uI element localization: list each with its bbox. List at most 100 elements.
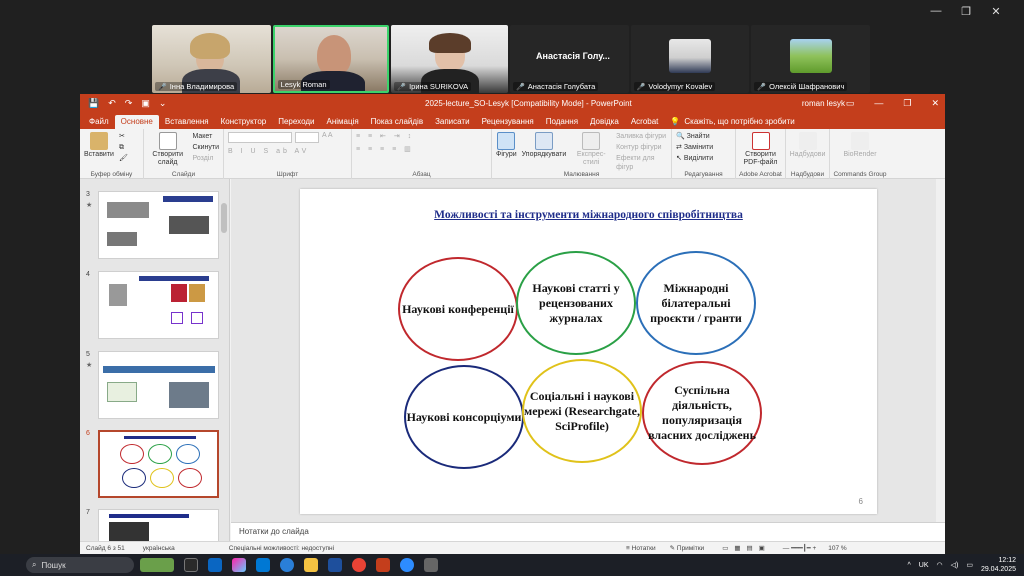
restore-icon[interactable]: ❐ xyxy=(960,5,972,18)
chevron-up-icon[interactable]: ^ xyxy=(907,562,910,569)
language-indicator[interactable]: українська xyxy=(143,545,175,552)
copilot-icon[interactable] xyxy=(232,558,246,572)
chrome-icon[interactable] xyxy=(352,558,366,572)
tell-me-box[interactable]: 💡 Скажіть, що потрібно зробити xyxy=(670,117,794,129)
tab-home[interactable]: Основне xyxy=(114,115,159,129)
tab-insert[interactable]: Вставлення xyxy=(159,115,215,129)
slide-title[interactable]: Можливості та інструменти міжнародного с… xyxy=(300,209,877,221)
view-buttons[interactable]: ▭▦▤▣ xyxy=(722,544,771,552)
outlook-icon[interactable] xyxy=(208,558,222,572)
tab-transitions[interactable]: Переходи xyxy=(272,115,320,129)
volume-icon[interactable]: ◁) xyxy=(951,561,959,569)
battery-icon[interactable]: ▭ xyxy=(966,561,973,569)
layout-button[interactable]: Макет xyxy=(192,132,219,141)
close-icon[interactable]: ✕ xyxy=(990,5,1002,18)
save-icon[interactable]: 💾 xyxy=(88,98,99,109)
arrange-button[interactable]: Упорядкувати xyxy=(522,132,566,159)
accessibility-status[interactable]: Спеціальні можливості: недоступні xyxy=(229,545,334,552)
clipboard-icon xyxy=(89,132,108,150)
find-button[interactable]: 🔍 Знайти xyxy=(676,132,713,141)
participant-tile[interactable]: Анастасія Голу... 🎤 Анастасія Голубата xyxy=(510,25,629,93)
select-button[interactable]: ↖ Виділити xyxy=(676,154,713,163)
format-painter-icon[interactable]: 🖌 xyxy=(119,154,128,163)
tab-file[interactable]: Файл xyxy=(83,115,115,129)
edge-icon[interactable] xyxy=(280,558,294,572)
ribbon-display-icon[interactable]: ▭ xyxy=(846,98,855,109)
shapes-button[interactable]: Фігури xyxy=(496,132,517,159)
participant-tile[interactable]: 🎤 Олексій Шафранович xyxy=(751,25,871,93)
participant-tile[interactable]: 🎤 Ірина SURIKOVA xyxy=(391,25,509,93)
tab-record[interactable]: Записати xyxy=(429,115,476,129)
notes-button[interactable]: ≡ Нотатки xyxy=(626,545,656,552)
customize-icon[interactable]: ⌄ xyxy=(159,98,167,109)
slide-canvas[interactable]: Можливості та інструменти міжнародного с… xyxy=(300,189,877,514)
tab-slideshow[interactable]: Показ слайдів xyxy=(365,115,429,129)
circle-journal-articles[interactable]: Наукові статті у рецензованих журналах xyxy=(516,251,636,355)
tab-animations[interactable]: Анімація xyxy=(320,115,364,129)
zoom-icon[interactable] xyxy=(400,558,414,572)
addins-button[interactable]: Надбудови xyxy=(790,132,825,159)
wifi-icon[interactable]: ◠ xyxy=(937,561,943,569)
close-icon[interactable]: ✕ xyxy=(931,98,939,109)
slide-scrollbar[interactable] xyxy=(936,179,945,522)
cut-icon[interactable]: ✂ xyxy=(119,132,128,141)
widget-icon[interactable] xyxy=(140,558,174,572)
circle-conferences[interactable]: Наукові конференції xyxy=(398,257,518,361)
section-button[interactable]: Розділ xyxy=(192,154,219,163)
group-addins: Надбудови Надбудови xyxy=(786,129,830,179)
circle-public-activity[interactable]: Суспільна діяльність, популяризація влас… xyxy=(642,361,762,465)
participant-tile-active[interactable]: Lesyk Roman xyxy=(272,25,390,93)
maximize-icon[interactable]: ❐ xyxy=(903,98,911,109)
notes-pane[interactable]: Нотатки до слайда xyxy=(231,522,945,541)
powerpoint-icon[interactable] xyxy=(376,558,390,572)
shape-fill-button[interactable]: Заливка фігури xyxy=(616,132,667,141)
tab-design[interactable]: Конструктор xyxy=(215,115,273,129)
create-pdf-button[interactable]: Створити PDF-файл xyxy=(740,132,781,167)
tab-acrobat[interactable]: Acrobat xyxy=(625,115,665,129)
slide-edit-area: Можливості та інструменти міжнародного с… xyxy=(231,179,945,522)
replace-button[interactable]: ⇄ Замінити xyxy=(676,143,713,152)
font-name-box[interactable] xyxy=(228,132,292,143)
addins-icon xyxy=(798,132,817,150)
shape-outline-button[interactable]: Контур фігури xyxy=(616,143,667,152)
keyboard-language[interactable]: UK xyxy=(919,562,929,569)
copy-icon[interactable]: ⧉ xyxy=(119,143,128,152)
redo-icon[interactable]: ↷ xyxy=(125,98,133,109)
circle-bilateral-projects[interactable]: Міжнародні білатеральні проєкти / гранти xyxy=(636,251,756,355)
paste-button[interactable]: Вставити xyxy=(84,132,114,159)
app-icon[interactable] xyxy=(424,558,438,572)
group-slides: Створити слайд Макет Скинути Розділ Слай… xyxy=(144,129,224,179)
zoom-slider[interactable]: — ━━━┃━ + xyxy=(783,544,816,552)
taskbar-search[interactable]: ⌕ Пошук xyxy=(26,557,134,573)
font-size-box[interactable] xyxy=(295,132,319,143)
thumbnail-image xyxy=(98,191,219,259)
zoom-level[interactable]: 107 % xyxy=(828,545,846,552)
tab-review[interactable]: Рецензування xyxy=(476,115,540,129)
circle-consortia[interactable]: Наукові консорціуми xyxy=(404,365,524,469)
word-icon[interactable] xyxy=(328,558,342,572)
comments-button[interactable]: ✎ Примітки xyxy=(670,544,705,552)
clock[interactable]: 12:12 29.04.2025 xyxy=(981,556,1016,574)
reset-button[interactable]: Скинути xyxy=(192,143,219,152)
circle-social-networks[interactable]: Соціальні і наукові мережі (Researchgate… xyxy=(522,359,642,463)
store-icon[interactable] xyxy=(256,558,270,572)
quick-styles-button[interactable]: Експрес-стилі xyxy=(571,132,611,167)
task-view-icon[interactable] xyxy=(184,558,198,572)
participant-tile[interactable]: 🎤 Volodymyr Kovalev xyxy=(630,25,750,93)
status-bar: Слайд 6 з 51 українська Спеціальні можли… xyxy=(80,541,945,554)
user-name[interactable]: roman lesyk xyxy=(802,99,845,108)
minimize-icon[interactable]: — xyxy=(930,5,942,17)
participant-tile[interactable]: 🎤 Інна Владимирова xyxy=(152,25,271,93)
biorender-button[interactable]: BioRender xyxy=(843,132,877,159)
new-slide-button[interactable]: Створити слайд xyxy=(148,132,187,167)
participant-name: 🎤 Volodymyr Kovalev xyxy=(633,82,716,91)
tab-help[interactable]: Довідка xyxy=(584,115,625,129)
undo-icon[interactable]: ↶ xyxy=(108,98,116,109)
minimize-icon[interactable]: — xyxy=(874,98,883,109)
thumbnail-scrollbar[interactable] xyxy=(221,183,227,537)
file-explorer-icon[interactable] xyxy=(304,558,318,572)
comment-icon: ✎ xyxy=(669,545,676,552)
tab-view[interactable]: Подання xyxy=(540,115,584,129)
present-icon[interactable]: ▣ xyxy=(141,98,150,109)
shape-effects-button[interactable]: Ефекти для фігур xyxy=(616,154,667,172)
